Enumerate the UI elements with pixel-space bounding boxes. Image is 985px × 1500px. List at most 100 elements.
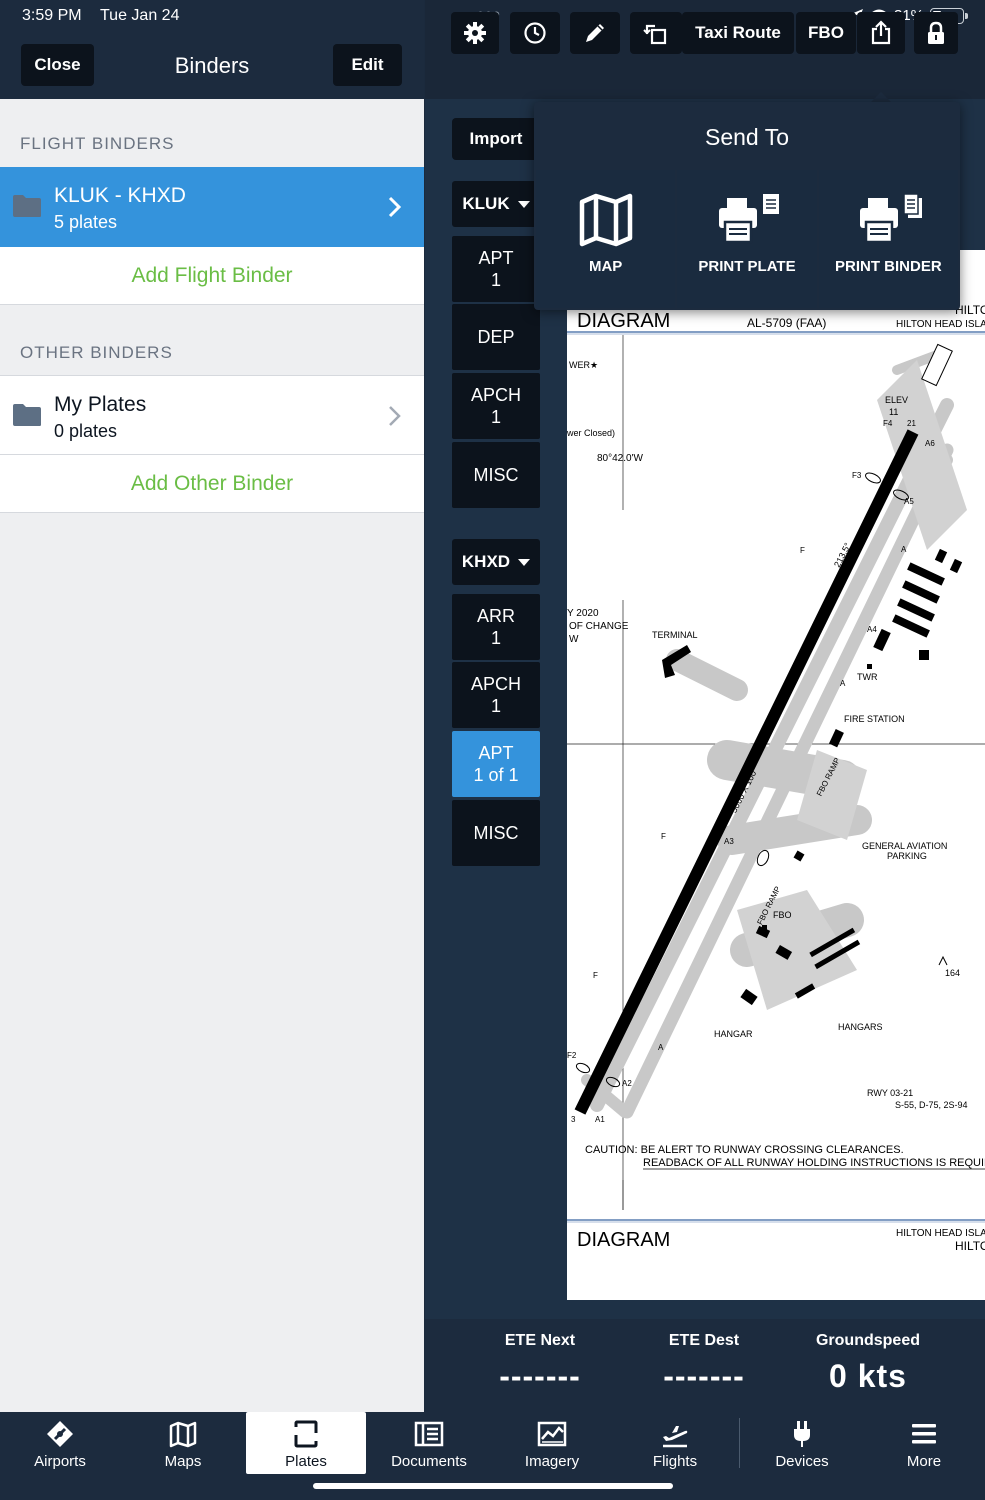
diagram-id: AL-5709 (FAA) (747, 316, 826, 330)
print-plate-button[interactable]: PRINT PLATE (677, 170, 817, 308)
twy-label-a3: A3 (724, 837, 734, 846)
category-name: APT (478, 248, 514, 268)
home-indicator[interactable] (313, 1483, 673, 1489)
edit-button[interactable]: Edit (333, 44, 402, 86)
tab-label: Plates (285, 1453, 327, 1470)
category-name: APT (478, 743, 514, 763)
binder-row-kluk-khxd[interactable]: KLUK - KHXD 5 plates (0, 167, 424, 247)
plane-icon (663, 1426, 688, 1448)
category-misc[interactable]: MISC (452, 442, 540, 508)
status-time: 3:59 PM (22, 7, 82, 24)
taxi-route-button[interactable]: Taxi Route (682, 12, 794, 54)
printer-plate-icon (718, 194, 779, 244)
tab-flights[interactable]: Flights (625, 1412, 725, 1474)
hangars-label: HANGARS (838, 1022, 883, 1032)
popover-title: Send To (705, 124, 789, 150)
category-apt-selected[interactable]: APT 1 of 1 (452, 731, 540, 797)
category-apch[interactable]: APCH 1 (452, 662, 540, 728)
ete-next[interactable]: ETE Next ------- (450, 1319, 630, 1395)
annotate-button[interactable] (570, 12, 620, 54)
share-icon (871, 20, 891, 45)
rotate-icon (643, 24, 667, 45)
runway-end-21: 21 (907, 419, 916, 428)
ete-next-value: ------- (499, 1358, 581, 1394)
twr-label: TWR (857, 672, 878, 682)
add-other-binder-button[interactable]: Add Other Binder (0, 455, 424, 513)
lock-button[interactable] (914, 12, 958, 54)
chevron-right-icon (389, 406, 401, 426)
twy-label-f3: F3 (852, 471, 862, 480)
groundspeed[interactable]: Groundspeed 0 kts (778, 1319, 958, 1395)
footer-title: DIAGRAM (577, 1229, 670, 1251)
printer-binder-icon (860, 193, 923, 244)
runway-label: RWY 03-21 (867, 1088, 913, 1098)
lock-icon (928, 21, 944, 44)
twy-label-a4: A4 (867, 625, 877, 634)
tab-label: Documents (391, 1453, 467, 1470)
tab-airports[interactable]: Airports (10, 1412, 110, 1474)
binder-row-my-plates[interactable]: My Plates 0 plates (0, 375, 424, 455)
twy-label-a1: A1 (595, 1115, 605, 1124)
category-apt[interactable]: APT 1 (452, 236, 540, 302)
chevron-right-icon (388, 196, 402, 218)
airport-code: KHXD (461, 552, 511, 571)
fbo-button[interactable]: FBO (796, 12, 856, 54)
print-binder-button[interactable]: PRINT BINDER (818, 170, 958, 308)
map-icon (579, 193, 632, 247)
category-name: ARR (476, 606, 515, 626)
airport-selector-khxd[interactable]: KHXD (452, 539, 540, 585)
category-name: MISC (473, 823, 519, 843)
tab-imagery[interactable]: Imagery (502, 1412, 602, 1474)
elev-label: ELEV (885, 395, 908, 405)
twy-label-f: F (593, 971, 598, 980)
send-to-popover: Send To MAP PRINT PLATE PRINT BINDER (534, 102, 960, 310)
category-name: APCH (470, 385, 521, 405)
send-to-map-button[interactable]: MAP (536, 170, 676, 308)
ete-dest[interactable]: ETE Dest ------- (614, 1319, 794, 1395)
obstacle-icon (938, 955, 948, 966)
airport-diagram-plate[interactable]: DIAGRAM AL-5709 (FAA) HILTO HILTON HEAD … (567, 250, 985, 1300)
category-count: 1 of 1 (473, 765, 519, 785)
other-binders-heading: OTHER BINDERS (20, 343, 173, 362)
category-arr[interactable]: ARR 1 (452, 594, 540, 660)
option-label: PRINT PLATE (698, 258, 796, 275)
airport-selector-kluk[interactable]: KLUK (452, 181, 540, 227)
folder-icon (13, 195, 41, 217)
history-button[interactable] (510, 12, 560, 54)
twy-label-f4: F4 (883, 419, 893, 428)
fbo-label: FBO (773, 910, 792, 920)
add-flight-binder-button[interactable]: Add Flight Binder (0, 247, 424, 305)
ete-next-label: ETE Next (504, 1332, 576, 1349)
longitude-label: 80°42.0'W (597, 453, 643, 464)
category-name: DEP (477, 327, 515, 347)
twy-label-a2: A2 (622, 1079, 632, 1088)
rotate-button[interactable] (630, 12, 682, 54)
binder-name: My Plates (54, 393, 147, 416)
flight-binders-heading: FLIGHT BINDERS (20, 134, 175, 153)
menu-icon (912, 1424, 936, 1444)
settings-button[interactable] (451, 12, 499, 54)
hangar-label: HANGAR (714, 1029, 753, 1039)
tab-devices[interactable]: Devices (752, 1412, 852, 1474)
tab-plates[interactable]: Plates (246, 1412, 366, 1474)
tab-maps[interactable]: Maps (133, 1412, 233, 1474)
change-note: OF CHANGE (569, 621, 629, 632)
category-apch[interactable]: APCH 1 (452, 373, 540, 439)
instrument-bar: ETE Next ------- ETE Dest ------- Ground… (425, 1319, 985, 1412)
binder-name: KLUK - KHXD (54, 184, 186, 207)
pencil-icon (586, 24, 604, 42)
share-button[interactable] (857, 12, 905, 54)
tab-label: Imagery (524, 1453, 580, 1470)
category-name: MISC (473, 465, 519, 485)
runway-end-3: 3 (571, 1115, 576, 1124)
category-dep[interactable]: DEP (452, 304, 540, 370)
category-misc[interactable]: MISC (452, 800, 540, 866)
option-label: MAP (588, 258, 623, 275)
import-button[interactable]: Import (452, 118, 540, 160)
tab-label: More (906, 1453, 942, 1470)
tab-more[interactable]: More (874, 1412, 974, 1474)
diagram-title: DIAGRAM (577, 310, 670, 332)
tab-documents[interactable]: Documents (379, 1412, 479, 1474)
close-button[interactable]: Close (21, 44, 94, 86)
twy-label-f: F (800, 546, 805, 555)
